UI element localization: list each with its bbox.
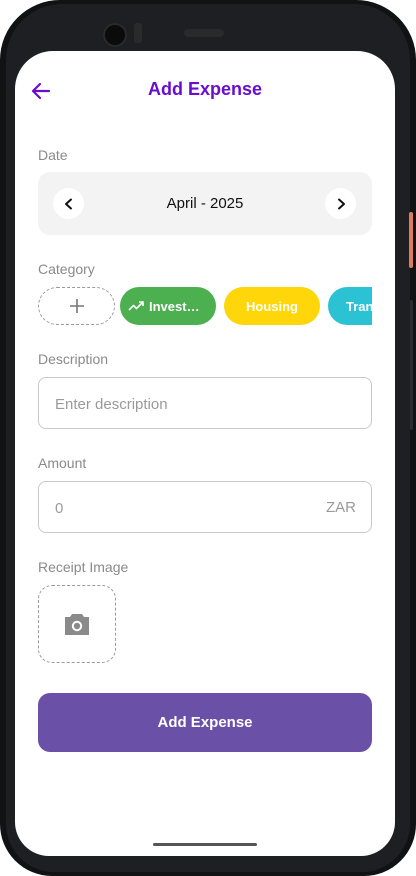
app-header: Add Expense <box>15 75 395 107</box>
app-screen: Add Expense Date April - 2025 Category I… <box>15 51 395 856</box>
earpiece-speaker <box>184 29 224 37</box>
plus-icon <box>69 299 84 313</box>
add-category-button[interactable] <box>38 287 115 325</box>
trend-up-icon <box>128 301 144 311</box>
chevron-right-icon <box>337 198 345 209</box>
page-title: Add Expense <box>147 79 263 99</box>
home-indicator <box>153 843 257 846</box>
date-label: Date <box>38 147 68 163</box>
category-chip-investments[interactable]: Investm... <box>120 287 216 325</box>
phone-frame: Add Expense Date April - 2025 Category I… <box>0 0 416 876</box>
category-list: Investm... Housing Tran <box>38 287 372 327</box>
add-expense-button[interactable]: Add Expense <box>38 693 372 752</box>
category-chip-label: Investm... <box>149 298 208 314</box>
volume-button <box>410 300 413 430</box>
category-chip-transport[interactable]: Tran <box>328 287 372 325</box>
power-button <box>409 212 413 268</box>
camera-icon <box>65 614 89 635</box>
sensor <box>134 23 142 43</box>
receipt-label: Receipt Image <box>38 559 129 575</box>
next-month-button[interactable] <box>325 188 356 219</box>
amount-field: ZAR <box>38 481 372 534</box>
description-input[interactable] <box>53 378 317 430</box>
amount-label: Amount <box>38 455 87 471</box>
selected-month: April - 2025 <box>166 195 244 212</box>
amount-input[interactable] <box>53 482 317 534</box>
category-chip-label: Housing <box>246 298 298 314</box>
receipt-image-picker[interactable] <box>38 585 116 663</box>
category-chip-housing[interactable]: Housing <box>224 287 320 325</box>
category-chip-label: Tran <box>346 298 372 314</box>
description-field <box>38 377 372 430</box>
description-label: Description <box>38 351 109 367</box>
currency-suffix: ZAR <box>326 499 356 516</box>
category-label: Category <box>38 261 95 277</box>
front-camera <box>103 23 127 47</box>
month-picker: April - 2025 <box>38 172 372 235</box>
